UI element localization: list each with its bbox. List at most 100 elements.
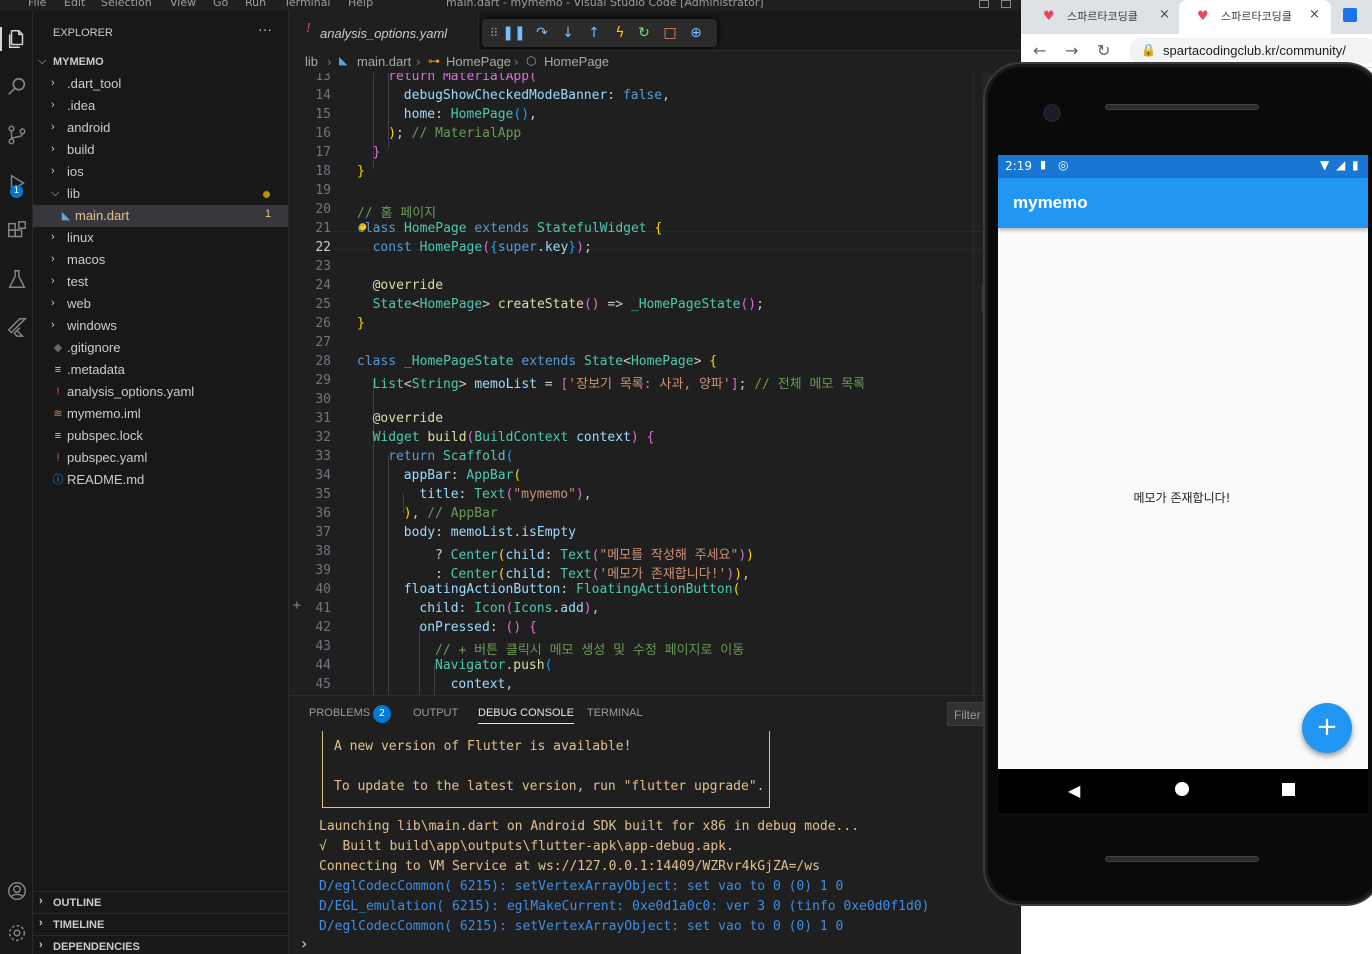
- explorer-item-android[interactable]: › android: [33, 117, 288, 139]
- editor-area: ! analysis_options.yaml ⠿ ❚❚ ↷ ↓ ↑ ϟ ↻ □…: [289, 11, 1021, 695]
- explorer-icon[interactable]: [0, 21, 33, 57]
- layout-toggle-icon[interactable]: [979, 0, 989, 8]
- browser-tab-1[interactable]: ♥ 스파르타코딩클 ×: [1025, 0, 1175, 34]
- url-field[interactable]: 🔒 spartacodingclub.kr/community/: [1129, 38, 1372, 64]
- restart-icon[interactable]: ↻: [634, 23, 654, 43]
- explorer-item-web[interactable]: › web: [33, 293, 288, 315]
- explorer-item-lib[interactable]: ⌵ lib: [33, 183, 288, 205]
- tab-analysis-options[interactable]: ! analysis_options.yaml: [289, 11, 479, 51]
- menu-file[interactable]: File: [28, 0, 46, 9]
- source-control-icon[interactable]: [0, 117, 33, 153]
- menu-view[interactable]: View: [170, 0, 196, 9]
- line-number: 35: [315, 487, 331, 502]
- back-nav-icon[interactable]: ◀: [1068, 781, 1080, 800]
- url-text: spartacodingclub.kr/community/: [1163, 43, 1346, 58]
- lock-icon[interactable]: 🔒: [1141, 43, 1156, 57]
- settings-gear-icon[interactable]: [0, 915, 33, 951]
- hot-reload-icon[interactable]: ϟ: [610, 23, 630, 43]
- console-line: A new version of Flutter is available!: [334, 739, 632, 754]
- browser-tab-2[interactable]: ♥ 스파르타코딩클 ×: [1179, 0, 1331, 34]
- breadcrumb-main-dart[interactable]: main.dart: [357, 54, 411, 69]
- code-token: _HomePageState: [403, 354, 514, 369]
- breadcrumb-constructor[interactable]: HomePage: [544, 54, 609, 69]
- code-line: const HomePage({super.key});: [373, 240, 592, 255]
- step-into-icon[interactable]: ↓: [558, 23, 578, 43]
- explorer-item-gitignore[interactable]: ◆ .gitignore: [33, 337, 288, 359]
- recents-nav-icon[interactable]: [1282, 783, 1295, 796]
- code-token: HomePage: [403, 221, 467, 236]
- tab-favicon-icon[interactable]: [1343, 8, 1357, 22]
- explorer-more-icon[interactable]: ···: [258, 21, 272, 37]
- tab-problems[interactable]: PROBLEMS: [309, 707, 370, 719]
- flutter-icon[interactable]: [0, 309, 33, 345]
- add-memo-fab[interactable]: +: [1302, 703, 1352, 753]
- back-icon[interactable]: ←: [1033, 41, 1046, 60]
- menu-terminal[interactable]: Terminal: [284, 0, 331, 9]
- status-time: 2:19: [1005, 159, 1032, 173]
- explorer-item-test[interactable]: › test: [33, 271, 288, 293]
- devtools-search-icon[interactable]: ⊕: [686, 23, 706, 43]
- code-editor[interactable]: 13 14 15 16 17 18 19 20 21 22 23 24 25 26 27 28 29 30 31 32…: [289, 73, 1021, 695]
- code-line: onPressed: () {: [419, 620, 536, 635]
- explorer-item-readme-md[interactable]: ⓘ README.md: [33, 469, 288, 491]
- menu-help[interactable]: Help: [348, 0, 373, 9]
- explorer-item-build[interactable]: › build: [33, 139, 288, 161]
- yaml-file-icon: !: [56, 452, 60, 464]
- stop-icon[interactable]: □: [660, 23, 680, 43]
- breadcrumb-class[interactable]: HomePage: [446, 54, 511, 69]
- search-icon[interactable]: [0, 69, 33, 105]
- explorer-item-pubspec-lock[interactable]: ≡ pubspec.lock: [33, 425, 288, 447]
- dependencies-label: DEPENDENCIES: [53, 941, 140, 953]
- account-icon[interactable]: [0, 873, 33, 909]
- explorer-item-metadata[interactable]: ≡ .metadata: [33, 359, 288, 381]
- line-number: 18: [315, 164, 331, 179]
- drag-handle-icon[interactable]: ⠿: [484, 23, 504, 43]
- code-line: return Scaffold(: [388, 449, 513, 464]
- line-number: 42: [315, 620, 331, 635]
- explorer-item-idea[interactable]: › .idea: [33, 95, 288, 117]
- extensions-icon[interactable]: [0, 213, 33, 249]
- explorer-item-linux[interactable]: › linux: [33, 227, 288, 249]
- pause-icon[interactable]: ❚❚: [502, 23, 525, 43]
- tab-debug-console[interactable]: DEBUG CONSOLE: [478, 707, 574, 724]
- explorer-item-ios[interactable]: › ios: [33, 161, 288, 183]
- indent-guide: [419, 627, 420, 695]
- tab-output[interactable]: OUTPUT: [413, 707, 458, 719]
- close-tab-icon[interactable]: ×: [1309, 7, 1320, 22]
- code-token: home: [403, 107, 436, 122]
- explorer-item-mymemo-iml[interactable]: ≋ mymemo.iml: [33, 403, 288, 425]
- outline-section[interactable]: › OUTLINE: [33, 891, 288, 913]
- menu-selection[interactable]: Selection: [101, 0, 152, 9]
- close-tab-icon[interactable]: ×: [1159, 7, 1170, 22]
- breadcrumb-lib[interactable]: lib: [305, 54, 318, 69]
- code-token: appBar: [403, 468, 451, 483]
- reload-icon[interactable]: ↻: [1097, 41, 1110, 60]
- step-over-icon[interactable]: ↷: [532, 23, 552, 43]
- code-token: ;: [583, 240, 592, 255]
- explorer-item-dart-tool[interactable]: › .dart_tool: [33, 73, 288, 95]
- timeline-section[interactable]: › TIMELINE: [33, 913, 288, 935]
- add-breakpoint-icon[interactable]: +: [293, 598, 301, 613]
- run-debug-icon[interactable]: 1: [0, 165, 33, 201]
- box-border: [769, 731, 770, 807]
- testing-icon[interactable]: [0, 261, 33, 297]
- project-root[interactable]: ⌵ MYMEMO: [33, 51, 288, 73]
- explorer-item-pubspec-yaml[interactable]: ! pubspec.yaml: [33, 447, 288, 469]
- explorer-item-main-dart[interactable]: ◣ main.dart 1: [33, 205, 288, 227]
- step-out-icon[interactable]: ↑: [584, 23, 604, 43]
- layout-panel-icon[interactable]: [1001, 0, 1011, 8]
- code-line: class HomePage extends StatefulWidget {: [357, 221, 662, 236]
- tab-terminal[interactable]: TERMINAL: [587, 707, 643, 719]
- debug-console-output[interactable]: A new version of Flutter is available! T…: [319, 731, 1019, 954]
- home-nav-icon[interactable]: [1175, 782, 1189, 796]
- dependencies-section[interactable]: › DEPENDENCIES: [33, 935, 288, 954]
- explorer-item-analysis-options-yaml[interactable]: ! analysis_options.yaml: [33, 381, 288, 403]
- explorer-item-macos[interactable]: › macos: [33, 249, 288, 271]
- menu-edit[interactable]: Edit: [64, 0, 85, 9]
- explorer-item-windows[interactable]: › windows: [33, 315, 288, 337]
- forward-icon[interactable]: →: [1065, 41, 1078, 60]
- menu-go[interactable]: Go: [213, 0, 228, 9]
- console-prompt[interactable]: ›: [301, 934, 307, 953]
- code-token: '메모가 존재합니다!': [599, 567, 727, 582]
- menu-run[interactable]: Run: [245, 0, 266, 9]
